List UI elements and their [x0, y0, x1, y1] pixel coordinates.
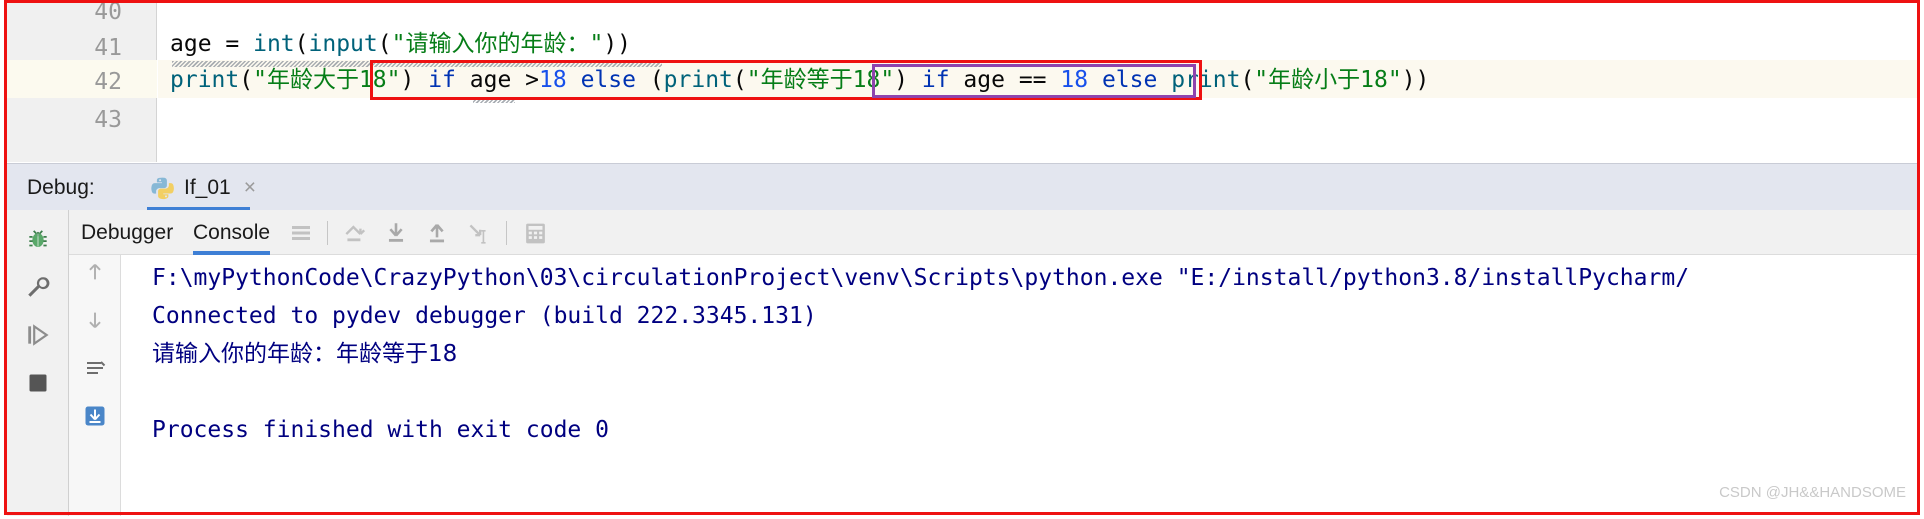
code-token: ) [894, 67, 922, 93]
step-over-icon[interactable] [341, 219, 369, 247]
step-into-icon[interactable] [382, 219, 410, 247]
line-number-43: 43 [94, 107, 122, 133]
debug-label: Debug: [27, 176, 95, 199]
code-token: )) [1401, 67, 1430, 93]
tab-console-label: Console [193, 220, 271, 244]
code-token: ( [377, 31, 392, 57]
debug-session-tab[interactable]: If_01 × [145, 164, 262, 211]
editor-gutter[interactable]: 40 41 42 43 [7, 3, 157, 162]
debug-tool-window-header: Debug: If_01 × [7, 163, 1917, 211]
code-token: ( [239, 67, 254, 93]
line-number-42: 42 [94, 69, 122, 95]
console-line-1: F:\myPythonCode\CrazyPython\03\circulati… [152, 265, 1690, 291]
code-token: print [663, 67, 733, 93]
debug-bug-icon[interactable] [17, 218, 59, 260]
step-up-arrow-icon[interactable] [75, 252, 115, 292]
screenshot-root: 40 41 42 43 age = int(input("请输入你的年龄："))… [0, 0, 1924, 519]
code-token: ) [400, 67, 429, 93]
code-token: else [1101, 67, 1158, 93]
code-token: int [253, 31, 295, 57]
code-token: if [428, 67, 456, 93]
code-token: 18 [1060, 67, 1089, 93]
code-token: age [949, 67, 1019, 93]
code-editor[interactable]: 40 41 42 43 age = int(input("请输入你的年龄："))… [7, 3, 1917, 162]
console-line-2: Connected to pydev debugger (build 222.3… [152, 303, 817, 329]
code-token: "年龄等于18" [746, 67, 895, 93]
stop-icon[interactable] [17, 362, 59, 404]
code-token: age [455, 67, 526, 93]
code-line-41[interactable]: age = int(input("请输入你的年龄：")) [170, 25, 631, 63]
debugger-console-tabbar[interactable]: Debugger Console [69, 210, 1917, 255]
console-line-4: Process finished with exit code 0 [152, 417, 609, 443]
resume-program-icon[interactable] [17, 314, 59, 356]
line-number-41: 41 [94, 35, 122, 61]
code-token: age [170, 31, 226, 57]
debug-tab-label: If_01 [184, 175, 231, 199]
toolbar-separator-2 [506, 221, 507, 245]
code-token: 18 [539, 67, 567, 93]
close-icon[interactable]: × [244, 177, 256, 198]
code-token: "年龄大于18" [253, 67, 401, 93]
line-number-40: 40 [94, 3, 122, 25]
hamburger-lines-icon[interactable] [287, 219, 315, 247]
code-token: ( [294, 31, 309, 57]
debug-left-toolbar[interactable] [7, 210, 69, 516]
python-icon [151, 176, 175, 200]
step-down-arrow-icon[interactable] [75, 300, 115, 340]
code-token: == [1018, 67, 1061, 93]
warning-squiggle-line-42 [473, 97, 515, 103]
wrench-icon[interactable] [17, 266, 59, 308]
tab-debugger[interactable]: Debugger [81, 210, 173, 255]
code-token: ( [1240, 67, 1255, 93]
code-token: ( [635, 67, 664, 93]
gutter-highlight-band [7, 60, 157, 98]
code-token: > [525, 67, 540, 93]
code-token: else [580, 67, 636, 93]
code-token: print [1171, 67, 1241, 93]
debug-stepping-toolbar[interactable] [69, 248, 121, 516]
code-token: input [308, 31, 378, 57]
toolbar-separator-1 [327, 221, 328, 245]
scroll-to-end-icon[interactable] [75, 396, 115, 436]
code-token: "年龄小于18" [1254, 67, 1402, 93]
code-text-area[interactable]: age = int(input("请输入你的年龄：")) print("年龄大于… [158, 3, 1917, 162]
console-line-3: 请输入你的年龄：年龄等于18 [152, 341, 458, 367]
mute-breakpoints-icon[interactable] [75, 348, 115, 388]
code-token: "请输入你的年龄：" [391, 31, 604, 57]
code-token: ( [732, 67, 747, 93]
step-out-icon[interactable] [423, 219, 451, 247]
code-token: print [170, 67, 240, 93]
calculator-icon[interactable] [521, 219, 549, 247]
code-token: )) [603, 31, 632, 57]
code-line-42[interactable]: print("年龄大于18") if age >18 else (print("… [170, 61, 1429, 99]
code-token: = [225, 31, 254, 57]
code-token: if [921, 67, 950, 93]
run-to-cursor-icon[interactable] [464, 219, 492, 247]
tab-console[interactable]: Console [193, 210, 271, 255]
watermark: CSDN @JH&&HANDSOME [1719, 484, 1906, 501]
tab-debugger-label: Debugger [81, 220, 174, 244]
console-output[interactable]: F:\myPythonCode\CrazyPython\03\circulati… [121, 255, 1917, 516]
